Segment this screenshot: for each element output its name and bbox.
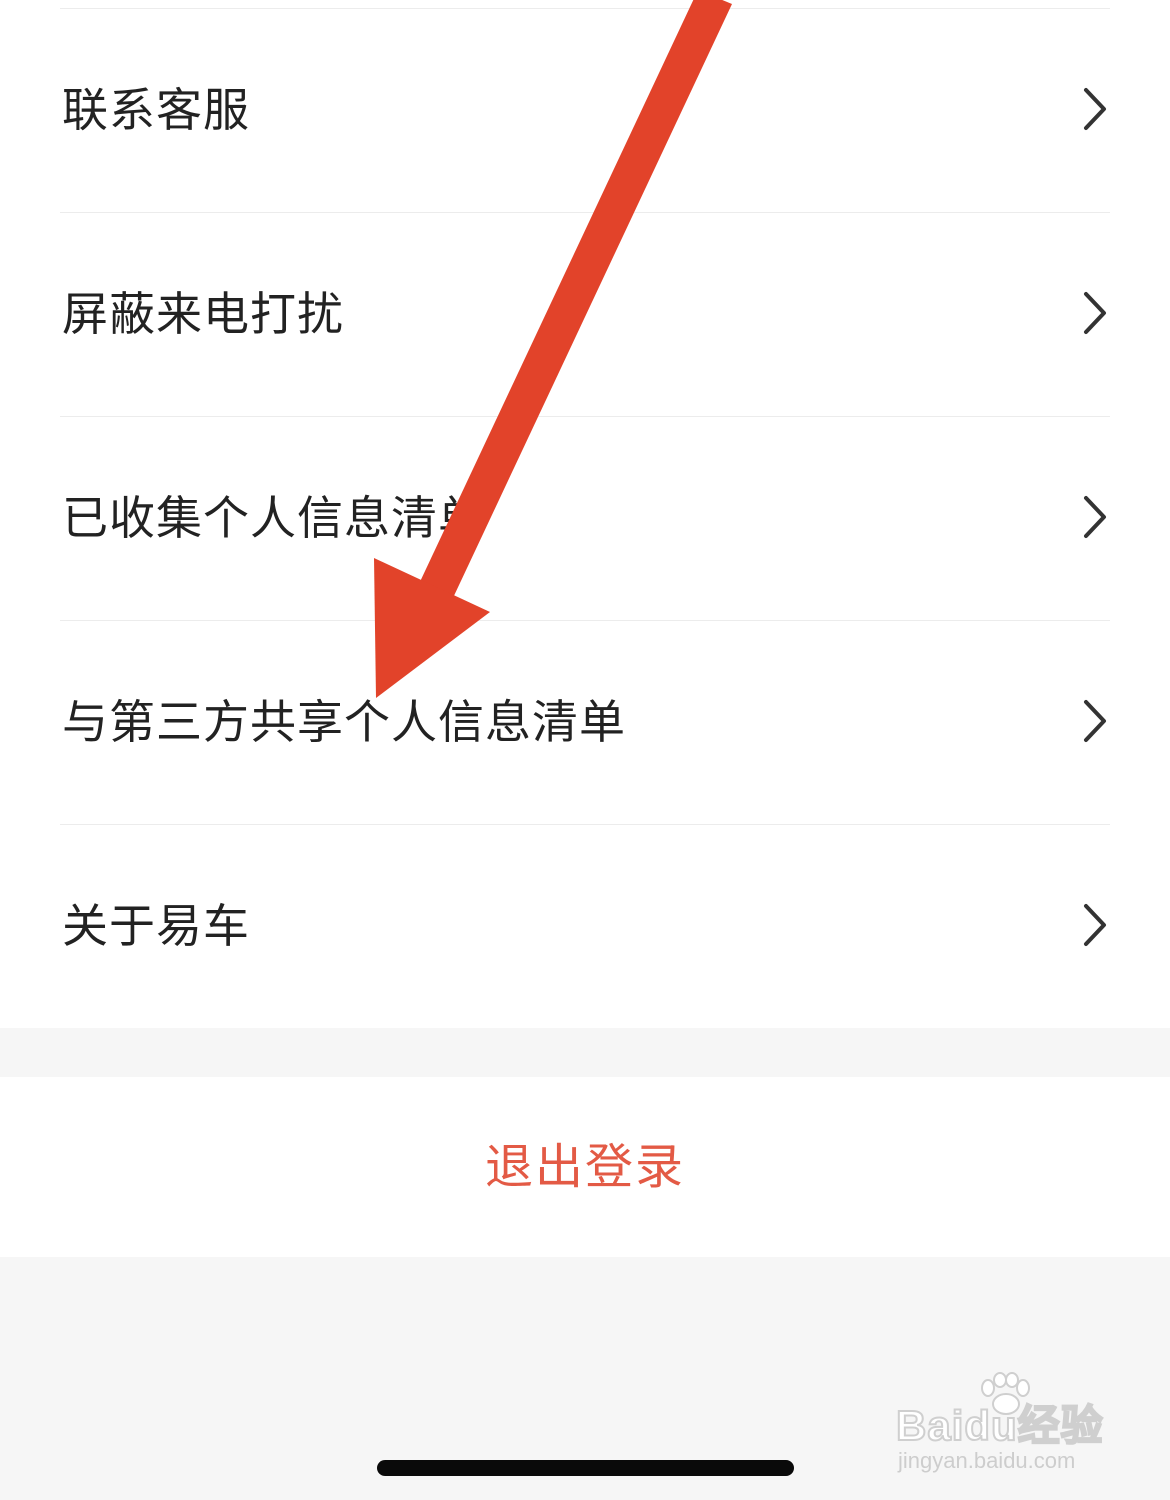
settings-menu: 联系客服 屏蔽来电打扰 已收集个人信息清单 与第三方共享个人信息清单 关于易车 [0, 0, 1170, 1028]
menu-item-label: 已收集个人信息清单 [62, 491, 485, 545]
menu-item-shared-info-list[interactable]: 与第三方共享个人信息清单 [0, 620, 1170, 824]
chevron-right-icon [1084, 904, 1106, 946]
menu-item-block-calls[interactable]: 屏蔽来电打扰 [0, 212, 1170, 416]
chevron-right-icon [1084, 88, 1106, 130]
paw-icon [981, 1372, 1030, 1415]
baidu-jingyan-watermark: Baidu经验 jingyan.baidu.com [895, 1372, 1116, 1482]
menu-item-collected-info-list[interactable]: 已收集个人信息清单 [0, 416, 1170, 620]
watermark-logo: Baidu经验 [895, 1401, 1104, 1450]
menu-item-about[interactable]: 关于易车 [0, 824, 1170, 1028]
chevron-right-icon [1084, 292, 1106, 334]
menu-item-contact-support[interactable]: 联系客服 [0, 8, 1170, 212]
menu-item-label: 关于易车 [62, 899, 250, 953]
logout-button[interactable]: 退出登录 [0, 1077, 1170, 1257]
menu-item-label: 屏蔽来电打扰 [62, 287, 344, 341]
logout-label: 退出登录 [484, 1139, 685, 1195]
chevron-right-icon [1084, 496, 1106, 538]
chevron-right-icon [1084, 700, 1106, 742]
watermark-url: jingyan.baidu.com [898, 1448, 1076, 1473]
menu-item-label: 与第三方共享个人信息清单 [62, 695, 626, 749]
menu-item-label: 联系客服 [62, 83, 250, 137]
home-indicator[interactable] [377, 1460, 794, 1476]
